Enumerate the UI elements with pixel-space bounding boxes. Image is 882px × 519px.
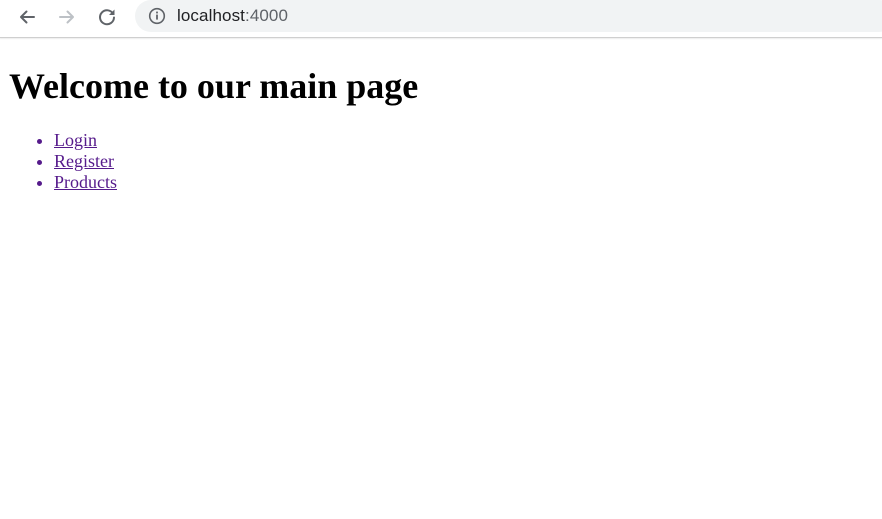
list-item: Login: [54, 130, 117, 151]
url-text[interactable]: localhost:4000: [177, 6, 288, 26]
list-item: Register: [54, 151, 117, 172]
nav-link-list: Login Register Products: [54, 130, 117, 193]
arrow-right-icon: [59, 10, 74, 24]
page-title: Welcome to our main page: [9, 66, 419, 106]
info-icon[interactable]: [147, 6, 167, 26]
browser-toolbar: localhost:4000: [0, 0, 882, 38]
reload-icon: [99, 9, 115, 26]
arrow-left-icon: [20, 10, 35, 24]
register-link[interactable]: Register: [54, 151, 114, 171]
page-content: Welcome to our main page Login Register …: [0, 39, 882, 519]
list-item: Products: [54, 172, 117, 193]
back-button[interactable]: [12, 3, 42, 31]
products-link[interactable]: Products: [54, 172, 117, 192]
address-bar[interactable]: localhost:4000: [135, 0, 882, 32]
url-host: localhost: [177, 6, 245, 25]
reload-button[interactable]: [92, 3, 122, 31]
url-port: :4000: [245, 6, 289, 25]
login-link[interactable]: Login: [54, 130, 97, 150]
forward-button[interactable]: [52, 3, 82, 31]
